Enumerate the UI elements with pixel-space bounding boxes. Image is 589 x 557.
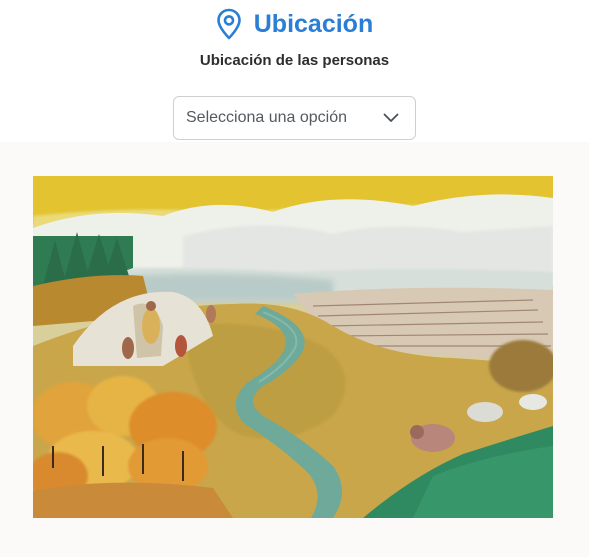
- page-header: Ubicación: [0, 8, 589, 40]
- chevron-down-icon: [383, 113, 399, 122]
- map-pin-icon: [216, 8, 241, 40]
- location-select-value: Selecciona una opción: [186, 109, 348, 126]
- page-subtitle: Ubicación de las personas: [199, 52, 390, 69]
- landscape-illustration: [33, 176, 553, 518]
- page-title: Ubicación: [253, 9, 374, 38]
- location-select[interactable]: Selecciona una opción: [173, 96, 416, 140]
